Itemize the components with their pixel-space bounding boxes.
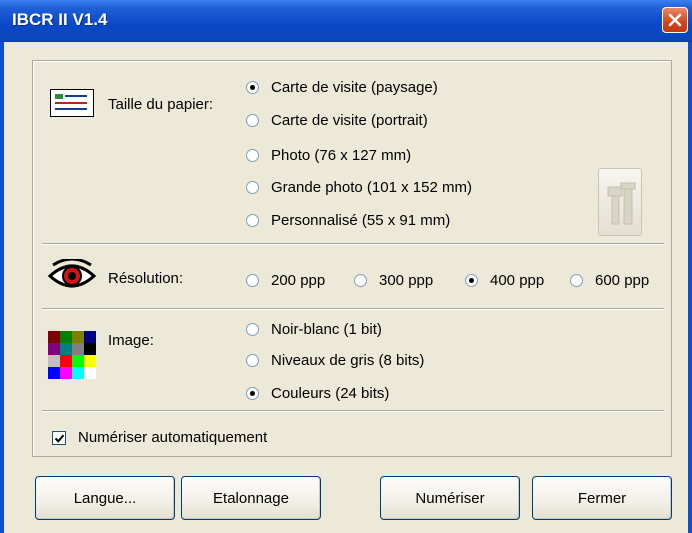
paper-option-business-card-portrait[interactable]: Carte de visite (portrait) [246,112,428,129]
radio-button[interactable] [570,274,583,287]
auto-scan-label: Numériser automatiquement [78,429,268,446]
resolution-option-400[interactable]: 400 ppp [465,272,544,289]
scan-button[interactable]: Numériser [380,476,520,520]
radio-button[interactable] [246,181,259,194]
radio-button[interactable] [246,354,259,367]
radio-button[interactable] [246,149,259,162]
language-button[interactable]: Langue... [35,476,175,520]
paper-option-large-photo[interactable]: Grande photo (101 x 152 mm) [246,179,472,196]
close-window-button[interactable] [662,7,688,33]
radio-button[interactable] [246,274,259,287]
radio-label: 200 ppp [271,272,326,289]
calibration-button[interactable]: Etalonnage [181,476,321,520]
paper-option-photo[interactable]: Photo (76 x 127 mm) [246,147,411,164]
radio-button[interactable] [246,387,259,400]
radio-button[interactable] [354,274,367,287]
radio-label: Carte de visite (portrait) [271,112,428,129]
close-icon [668,13,682,27]
resolution-label: Résolution: [108,270,184,287]
window-title: IBCR II V1.4 [12,10,108,29]
section-divider [42,410,664,412]
radio-button[interactable] [246,214,259,227]
auto-scan-checkbox[interactable] [52,431,66,445]
color-palette-icon [48,331,96,382]
window-frame-left [0,42,4,533]
paper-option-business-card-landscape[interactable]: Carte de visite (paysage) [246,79,438,96]
eye-icon [47,257,97,296]
section-divider [42,308,664,310]
checkmark-icon [54,434,65,443]
window-frame-right [688,42,692,533]
image-option-color[interactable]: Couleurs (24 bits) [246,385,389,402]
radio-label: Couleurs (24 bits) [271,385,390,402]
image-option-grayscale[interactable]: Niveaux de gris (8 bits) [246,352,424,369]
radio-button[interactable] [246,323,259,336]
close-button[interactable]: Fermer [532,476,672,520]
resolution-option-200[interactable]: 200 ppp [246,272,325,289]
title-bar: IBCR II V1.4 [0,0,692,42]
radio-button[interactable] [246,114,259,127]
radio-button[interactable] [246,81,259,94]
radio-label: Niveaux de gris (8 bits) [271,352,425,369]
radio-label: 600 ppp [595,272,650,289]
radio-label: 400 ppp [490,272,545,289]
section-divider [42,243,664,245]
image-label: Image: [108,332,154,349]
custom-size-settings-button[interactable] [598,168,642,236]
radio-label: Photo (76 x 127 mm) [271,147,412,164]
radio-label: 300 ppp [379,272,434,289]
tools-icon [607,182,636,225]
resolution-option-600[interactable]: 600 ppp [570,272,649,289]
resolution-option-300[interactable]: 300 ppp [354,272,433,289]
paper-option-custom[interactable]: Personnalisé (55 x 91 mm) [246,212,450,229]
radio-label: Personnalisé (55 x 91 mm) [271,212,451,229]
radio-button[interactable] [465,274,478,287]
paper-size-icon [50,89,94,117]
radio-label: Noir-blanc (1 bit) [271,321,382,338]
radio-label: Carte de visite (paysage) [271,79,438,96]
paper-size-label: Taille du papier: [108,96,214,113]
image-option-bw[interactable]: Noir-blanc (1 bit) [246,321,382,338]
radio-label: Grande photo (101 x 152 mm) [271,179,472,196]
